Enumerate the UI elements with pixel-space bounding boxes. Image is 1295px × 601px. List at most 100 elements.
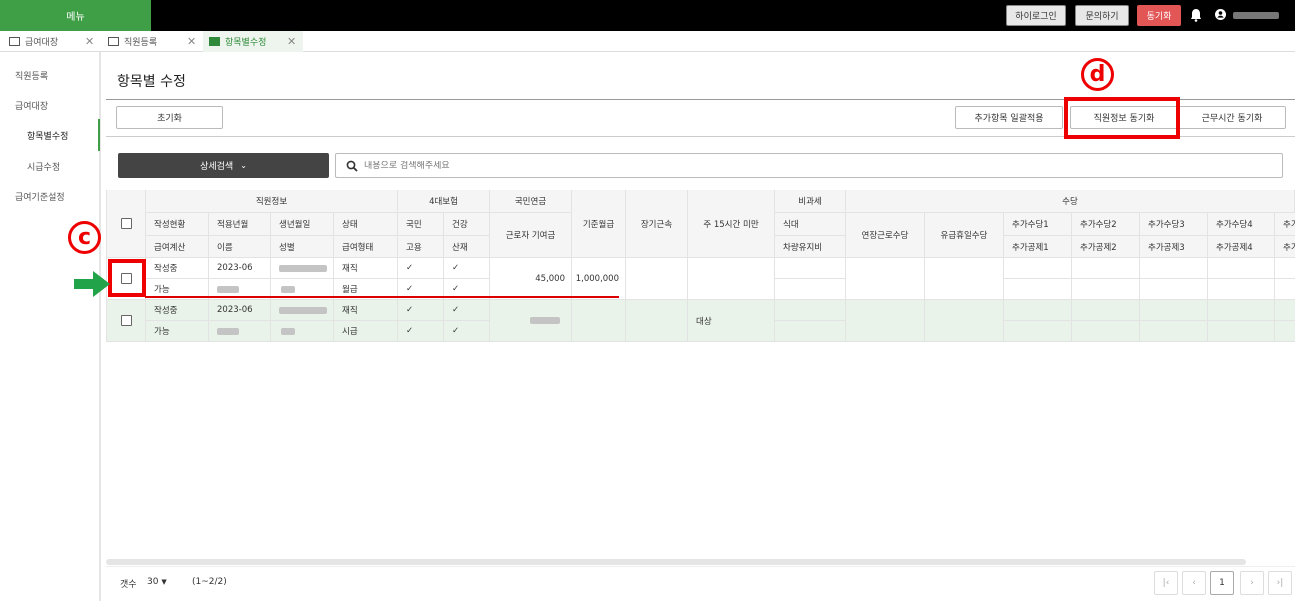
- tab-item-edit[interactable]: 항목별수정 ✕: [203, 31, 303, 52]
- bell-icon[interactable]: [1190, 8, 1202, 22]
- sidebar-item-payroll-settings[interactable]: 급여기준설정: [15, 190, 65, 203]
- tab-label: 급여대장: [25, 38, 59, 48]
- header-under15: 주 15시간 미만: [688, 190, 775, 258]
- row-ym: 2023-06: [209, 300, 271, 321]
- row-base-salary[interactable]: [572, 300, 626, 342]
- row-cell[interactable]: [1004, 258, 1072, 279]
- caret-down-icon: ▼: [161, 578, 167, 586]
- row-cell[interactable]: [1072, 279, 1140, 300]
- header-cell: 산재: [444, 236, 490, 258]
- page-button-current[interactable]: 1: [1210, 571, 1234, 595]
- header-add-allowance: 추가수당4: [1208, 213, 1275, 236]
- sidebar-item-employee-register[interactable]: 직원등록: [15, 69, 48, 82]
- sidebar-item-payroll[interactable]: 급여대장: [15, 99, 48, 112]
- row-cell[interactable]: [1208, 258, 1275, 279]
- horizontal-scrollbar[interactable]: [106, 559, 1246, 565]
- check-icon[interactable]: ✓: [398, 321, 444, 342]
- row-cell[interactable]: [1140, 258, 1208, 279]
- sync-worktime-button[interactable]: 근무시간 동기화: [1178, 106, 1286, 129]
- row-cell[interactable]: [1072, 300, 1140, 321]
- row-car[interactable]: [775, 321, 846, 342]
- next-page-button[interactable]: ›: [1240, 571, 1264, 595]
- menu-button[interactable]: 메뉴: [0, 0, 151, 31]
- header-cell: 작성현황: [146, 213, 209, 236]
- count-select[interactable]: 30 ▼: [147, 577, 167, 587]
- row-cell[interactable]: [1275, 258, 1295, 279]
- first-page-button[interactable]: |‹: [1154, 571, 1178, 595]
- user-name-redacted: [1233, 12, 1279, 19]
- close-icon[interactable]: ✕: [85, 35, 94, 48]
- header-cell: 성별: [271, 236, 334, 258]
- row-meal[interactable]: [775, 300, 846, 321]
- row-holiday[interactable]: [925, 258, 1004, 300]
- row-pension[interactable]: 45,000: [490, 258, 572, 300]
- sidebar: 직원등록 급여대장 항목별수정 시급수정 급여기준설정: [0, 52, 101, 601]
- header-add-deduction: 추가공제1: [1004, 236, 1072, 258]
- check-icon[interactable]: ✓: [398, 300, 444, 321]
- annotation-d: d: [1081, 58, 1114, 91]
- row-cell[interactable]: [1072, 258, 1140, 279]
- check-icon[interactable]: ✓: [444, 321, 490, 342]
- row-long-service[interactable]: [626, 300, 688, 342]
- search-box[interactable]: [335, 153, 1283, 178]
- detail-search-button[interactable]: 상세검색 ⌄: [118, 153, 329, 178]
- row-cell[interactable]: [1208, 279, 1275, 300]
- search-input[interactable]: [364, 160, 1164, 171]
- row-checkbox[interactable]: [120, 315, 132, 326]
- sidebar-item-hourly-edit[interactable]: 시급수정: [27, 160, 60, 173]
- row-cell[interactable]: [1140, 321, 1208, 342]
- row-overtime[interactable]: [846, 300, 925, 342]
- header-pension-sub: 근로자 기여금: [490, 213, 572, 258]
- row-cell[interactable]: [1275, 300, 1295, 321]
- row-under15[interactable]: 대상: [688, 300, 775, 342]
- row-under15[interactable]: [688, 258, 775, 300]
- redacted-birthdate: [279, 306, 327, 314]
- row-cell[interactable]: [1140, 279, 1208, 300]
- header-allowance: 수당: [846, 190, 1295, 213]
- last-page-button[interactable]: ›|: [1268, 571, 1292, 595]
- row-meal[interactable]: [775, 258, 846, 279]
- row-holiday[interactable]: [925, 300, 1004, 342]
- close-icon[interactable]: ✕: [287, 35, 296, 48]
- row-car[interactable]: [775, 279, 846, 300]
- header-base-salary: 기준월급: [572, 190, 626, 258]
- prev-page-button[interactable]: ‹: [1182, 571, 1206, 595]
- tab-payroll[interactable]: 급여대장 ✕: [9, 31, 101, 52]
- check-icon[interactable]: ✓: [444, 300, 490, 321]
- row-cell[interactable]: [1275, 321, 1295, 342]
- relogin-button[interactable]: 하이로그인: [1006, 5, 1066, 26]
- header-cell: 국민: [398, 213, 444, 236]
- check-icon[interactable]: ✓: [444, 258, 490, 279]
- tab-bar: 급여대장 ✕ 직원등록 ✕ 항목별수정 ✕: [0, 31, 1295, 52]
- sidebar-item-item-edit[interactable]: 항목별수정: [27, 129, 68, 142]
- close-icon[interactable]: ✕: [187, 35, 196, 48]
- tab-employee-register[interactable]: 직원등록 ✕: [108, 31, 200, 52]
- arrow-right-icon: [74, 271, 110, 297]
- row-cell[interactable]: [1004, 279, 1072, 300]
- data-grid: 직원정보 4대보험 국민연금 기준월급 장기근속 주 15시간 미만 비과세 수…: [106, 190, 1295, 343]
- row-cell[interactable]: [1208, 300, 1275, 321]
- redacted-gender: [281, 285, 295, 293]
- inquiry-button[interactable]: 문의하기: [1075, 5, 1129, 26]
- sync-button[interactable]: 동기화: [1137, 5, 1181, 26]
- row-base-salary[interactable]: 1,000,000: [572, 258, 626, 300]
- header-long-service: 장기근속: [626, 190, 688, 258]
- header-add-deduction: 추가공제2: [1072, 236, 1140, 258]
- select-all-checkbox[interactable]: [120, 218, 132, 229]
- reset-button[interactable]: 초기화: [116, 106, 223, 129]
- bulk-apply-button[interactable]: 추가항목 일괄적용: [955, 106, 1063, 129]
- row-long-service[interactable]: [626, 258, 688, 300]
- count-label: 갯수: [120, 580, 137, 590]
- row-cell[interactable]: [1275, 279, 1295, 300]
- row-overtime[interactable]: [846, 258, 925, 300]
- header-cell: 급여계산: [146, 236, 209, 258]
- row-cell[interactable]: [1208, 321, 1275, 342]
- row-cell[interactable]: [1004, 321, 1072, 342]
- row-cell[interactable]: [1004, 300, 1072, 321]
- header-add-deduction: 추가공제4: [1208, 236, 1275, 258]
- row-cell[interactable]: [1140, 300, 1208, 321]
- row-cell[interactable]: [1072, 321, 1140, 342]
- row-pension[interactable]: [490, 300, 572, 342]
- check-icon[interactable]: ✓: [398, 258, 444, 279]
- user-icon[interactable]: [1215, 9, 1226, 20]
